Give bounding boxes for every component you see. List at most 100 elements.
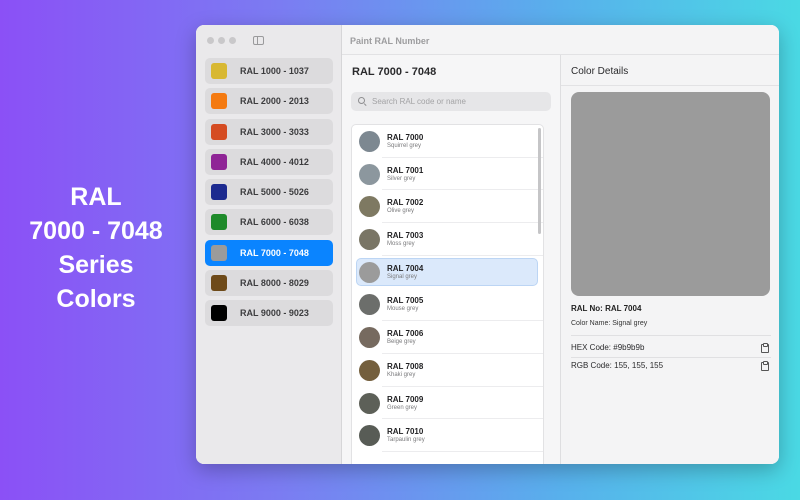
color-name: Tarpaulin grey (387, 437, 425, 444)
promo-line: Series (58, 251, 134, 279)
app-window: RAL 1000 - 1037 RAL 2000 - 2013 RAL 3000 -… (196, 25, 779, 464)
list-item[interactable]: RAL 7008 Khaki grey (352, 354, 543, 387)
row-highlight (356, 421, 538, 450)
sidebar-item-series[interactable]: RAL 3000 - 3033 (205, 118, 333, 145)
ral-code: RAL 7003 (387, 231, 424, 241)
search-icon (358, 97, 367, 106)
list-item[interactable]: RAL 7005 Mouse grey (352, 288, 543, 322)
divider (571, 357, 771, 358)
sidebar-item-label: RAL 5000 - 5026 (240, 187, 309, 198)
color-name: Beige grey (387, 339, 416, 346)
zoom-window-button[interactable] (229, 37, 236, 44)
color-swatch (211, 214, 227, 231)
color-dot (359, 131, 380, 152)
color-dot (359, 392, 380, 414)
sidebar-item-series[interactable]: RAL 1000 - 1037 (205, 58, 333, 84)
row-highlight (356, 323, 538, 352)
ral-code: RAL 7002 (387, 198, 424, 208)
sidebar-item-label: RAL 1000 - 1037 (240, 66, 309, 76)
row-highlight (356, 192, 538, 221)
promo-line: 7000 - 7048 (29, 217, 163, 245)
list-title: RAL 7000 - 7048 (352, 66, 437, 78)
color-dot (359, 261, 380, 283)
sidebar-item-series[interactable]: RAL 8000 - 8029 (205, 270, 333, 297)
color-name: Silver grey (387, 175, 416, 182)
color-details-pane: Color Details RAL No: RAL 7004 Color Nam… (561, 55, 779, 464)
rgb-code-label: RGB Code: 155, 155, 155 (571, 361, 664, 370)
list-item[interactable]: RAL 7006 Beige grey (352, 321, 543, 354)
sidebar-toggle-icon[interactable] (253, 36, 264, 45)
window-controls (207, 37, 236, 44)
list-item[interactable]: RAL 7010 Tarpaulin grey (352, 419, 543, 452)
list-item[interactable]: RAL 7004 Signal grey (352, 256, 543, 289)
sidebar-item-label: RAL 2000 - 2013 (240, 96, 309, 107)
promo-headline: RAL 7000 - 7048 Series Colors (0, 180, 192, 316)
row-highlight (356, 356, 538, 385)
ral-code: RAL 7004 (387, 263, 424, 273)
promo-line: RAL (70, 183, 122, 211)
search-input[interactable] (372, 97, 542, 106)
row-highlight (356, 127, 538, 156)
row-highlight (356, 389, 538, 418)
sidebar-item-label: RAL 3000 - 3033 (240, 126, 309, 137)
hex-code-label: HEX Code: #9b9b9b (571, 343, 645, 352)
hex-row: HEX Code: #9b9b9b (571, 343, 769, 353)
color-list: RAL 7000 Squirrel grey RAL 7001 Silver grey… (351, 124, 544, 464)
details-divider (561, 85, 779, 86)
sidebar-item-label: RAL 4000 - 4012 (240, 156, 309, 167)
color-swatch (211, 244, 227, 261)
ral-code: RAL 7009 (387, 394, 424, 404)
ral-code: RAL 7005 (387, 296, 424, 306)
title-bar: Paint RAL Number (342, 25, 779, 55)
color-name: Squirrel grey (387, 143, 422, 149)
row-highlight (356, 290, 538, 319)
ral-code: RAL 7010 (387, 427, 424, 437)
divider (571, 335, 771, 336)
series-list: RAL 1000 - 1037 RAL 2000 - 2013 RAL 3000 -… (205, 58, 333, 331)
sidebar-item-series[interactable]: RAL 5000 - 5026 (205, 179, 333, 206)
list-item[interactable]: RAL 7001 Silver grey (352, 158, 543, 191)
list-item[interactable]: RAL 7009 Green grey (352, 387, 543, 420)
row-highlight (356, 160, 538, 189)
close-window-button[interactable] (207, 37, 214, 44)
color-dot (359, 229, 380, 251)
minimize-window-button[interactable] (218, 37, 225, 44)
ral-number-label: RAL No: RAL 7004 (571, 304, 642, 313)
rgb-row: RGB Code: 155, 155, 155 (571, 361, 769, 371)
list-item[interactable]: RAL 7000 Squirrel grey (352, 125, 543, 158)
list-item[interactable]: RAL 7002 Olive grey (352, 190, 543, 224)
sidebar-item-label: RAL 9000 - 9023 (240, 308, 309, 319)
color-name: Olive grey (387, 208, 415, 215)
list-item[interactable]: RAL 7003 Moss grey (352, 223, 543, 256)
color-swatch (211, 153, 227, 170)
row-divider (382, 450, 543, 452)
promo-line: Colors (56, 285, 136, 313)
color-name: Signal grey (387, 273, 418, 280)
color-swatch (211, 275, 227, 292)
sidebar-item-series[interactable]: RAL 6000 - 6038 (205, 209, 333, 236)
sidebar-item-series[interactable]: RAL 7000 - 7048 (205, 239, 333, 266)
list-scrollbar[interactable] (538, 128, 541, 234)
color-name: Mouse grey (387, 306, 419, 313)
sidebar-item-series[interactable]: RAL 9000 - 9023 (205, 300, 333, 327)
color-dot (359, 359, 380, 381)
color-name: Khaki grey (387, 371, 416, 378)
color-swatch (211, 184, 227, 201)
color-dot (359, 327, 380, 349)
ral-code: RAL 7008 (387, 361, 424, 371)
color-swatch (211, 123, 227, 140)
search-bar[interactable] (351, 92, 551, 111)
copy-hex-icon[interactable] (761, 343, 769, 353)
sidebar-item-label: RAL 8000 - 8029 (240, 278, 309, 289)
color-dot (359, 163, 380, 185)
copy-rgb-icon[interactable] (761, 361, 769, 371)
sidebar-item-series[interactable]: RAL 2000 - 2013 (205, 88, 333, 115)
sidebar-item-series[interactable]: RAL 4000 - 4012 (205, 148, 333, 175)
ral-code: RAL 7001 (387, 165, 424, 175)
ral-code: RAL 7000 (387, 133, 424, 142)
color-swatch (211, 305, 227, 322)
color-swatch (211, 63, 227, 79)
color-name: Moss grey (387, 241, 415, 248)
details-title: Color Details (571, 66, 629, 77)
color-preview-swatch (571, 92, 770, 296)
